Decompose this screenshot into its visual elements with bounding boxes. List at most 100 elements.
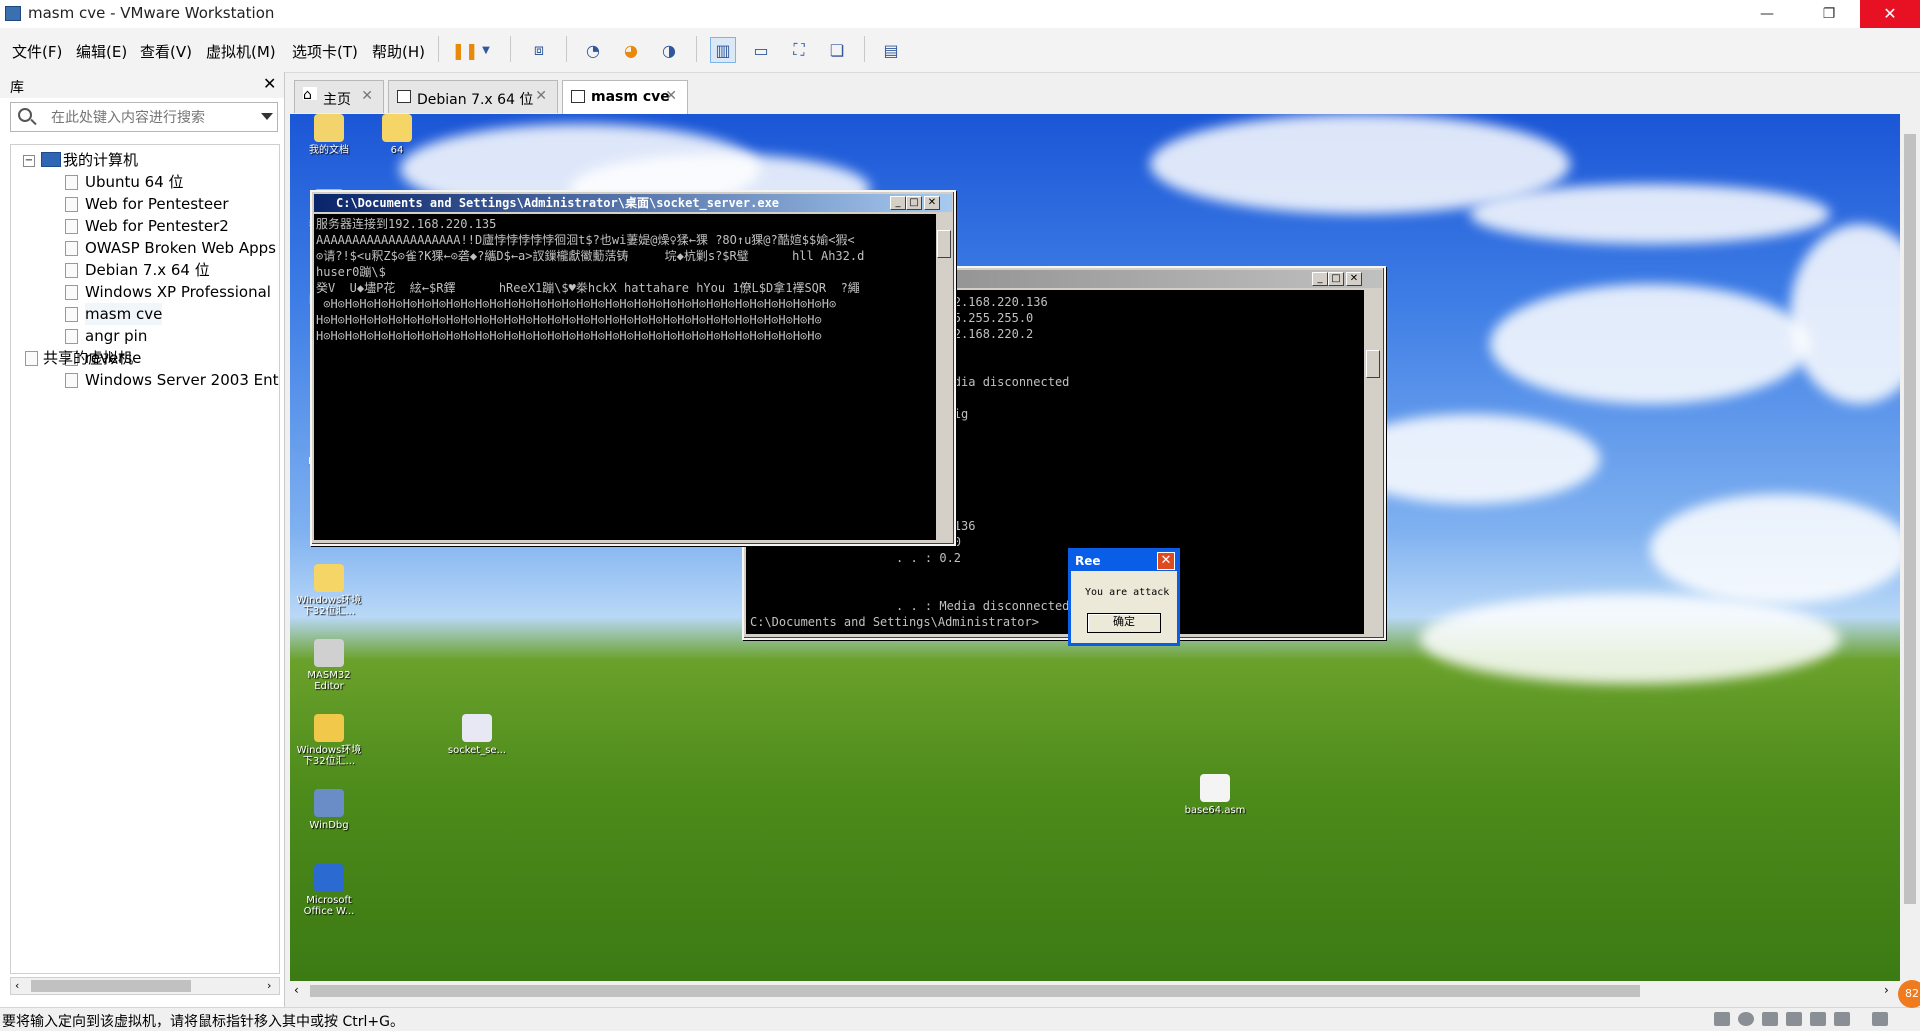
console-line: H⊙H⊙H⊙H⊙H⊙H⊙H⊙H⊙H⊙H⊙H⊙H⊙H⊙H⊙H⊙H⊙H⊙H⊙H⊙H⊙… — [316, 313, 822, 327]
tree-vm-item[interactable]: masm cve — [65, 303, 163, 325]
usb-icon[interactable] — [1786, 1012, 1802, 1026]
revert-icon: ◕ — [624, 40, 638, 60]
console-line: ⊙请?!$<u釈Z$⊙雀?K猓←⊙砻◆?纗D$←a>訍鏁櫳獻鰴蘍萿铸 垸◆杭剿s… — [316, 249, 865, 263]
pause-button[interactable]: ❚❚ — [451, 37, 479, 63]
tree-vm-item[interactable]: Ubuntu 64 位 — [65, 171, 184, 193]
console-line: 癸V U◆壗P花 絃←$R鐸 hReeX1蹦\$♥桊hckX hattahare… — [316, 281, 860, 295]
menu-vm[interactable]: 虚拟机(M) — [206, 41, 276, 62]
minimize-button[interactable]: _ — [890, 196, 906, 210]
display-icon[interactable] — [1872, 1012, 1888, 1026]
tab-debian[interactable]: Debian 7.x 64 位 ✕ — [388, 80, 558, 113]
desktop-icon[interactable]: Microsoft Office W... — [294, 864, 364, 917]
console-scrollbar[interactable] — [936, 214, 951, 540]
power-dropdown-button[interactable]: ▼ — [478, 37, 494, 63]
fullscreen-button[interactable]: ⛶ — [786, 37, 812, 63]
minimize-button[interactable]: — — [1744, 0, 1790, 28]
console-line: . . : 0.2 — [896, 551, 962, 565]
tree-root-my-computer[interactable]: − 我的计算机 — [23, 149, 138, 171]
close-icon[interactable]: ✕ — [1157, 552, 1175, 570]
tree-vm-item[interactable]: Windows XP Professional — [65, 281, 271, 303]
snapshot-button[interactable]: ◔ — [580, 37, 606, 63]
close-tab-icon[interactable]: ✕ — [361, 88, 373, 104]
desktop-icon[interactable]: 我的文档 — [294, 114, 364, 156]
tree-vm-item[interactable]: Windows Server 2003 Ente — [65, 369, 280, 391]
desktop-icon[interactable]: Windows环境下32位汇... — [294, 714, 364, 767]
vm-tree: − 我的计算机 Ubuntu 64 位 Web for Pentesteer Web… — [10, 144, 280, 974]
hard-disk-icon[interactable] — [1714, 1012, 1730, 1026]
tree-shared-vms[interactable]: 共享的虚拟机 — [25, 347, 133, 369]
library-pane: 库 ✕ − 我的计算机 Ubuntu 64 位 Web for Pentestee… — [0, 72, 285, 1007]
menu-tabs[interactable]: 选项卡(T) — [292, 41, 358, 62]
minimize-button[interactable]: _ — [1312, 272, 1328, 286]
desktop-icon[interactable]: WinDbg — [294, 789, 364, 831]
tree-vm-item[interactable]: OWASP Broken Web Apps — [65, 237, 276, 259]
show-library-button[interactable]: ▥ — [710, 37, 736, 63]
vmware-app-icon — [5, 6, 21, 21]
ok-button[interactable]: 确定 — [1087, 613, 1161, 633]
tree-vm-label: Windows Server 2003 Ente — [85, 371, 280, 389]
tab-home[interactable]: ⌂ 主页 ✕ — [294, 80, 384, 113]
library-search[interactable] — [10, 102, 278, 132]
tree-vm-item[interactable]: Debian 7.x 64 位 — [65, 259, 210, 281]
maximize-button[interactable]: □ — [1328, 272, 1344, 286]
network-icon: ⧈ — [533, 40, 545, 59]
close-tab-icon[interactable]: ✕ — [535, 88, 547, 104]
menu-file[interactable]: 文件(F) — [12, 41, 62, 62]
desktop-icon[interactable]: base64.asm — [1180, 774, 1250, 816]
library-icon: ▥ — [715, 40, 731, 60]
search-input[interactable] — [49, 107, 263, 129]
unity-button[interactable]: ❏ — [824, 37, 850, 63]
notification-badge[interactable]: 82 — [1898, 980, 1920, 1008]
console-window-socket-server[interactable]: C:\Documents and Settings\Administrator\… — [310, 190, 956, 546]
cd-rom-icon[interactable] — [1738, 1012, 1754, 1026]
window-title: masm cve - VMware Workstation — [28, 4, 275, 22]
sound-icon[interactable] — [1834, 1012, 1850, 1026]
close-tab-icon[interactable]: ✕ — [665, 88, 677, 104]
maximize-button[interactable]: □ — [906, 196, 922, 210]
desktop-icon[interactable]: Windows环境下32位汇... — [294, 564, 364, 617]
menu-help[interactable]: 帮助(H) — [372, 41, 425, 62]
word-icon — [314, 864, 344, 892]
network-adapter-icon[interactable] — [1762, 1012, 1778, 1026]
console-scrollbar[interactable] — [1364, 290, 1380, 634]
message-box[interactable]: Ree ✕ You are attack 确定 — [1068, 548, 1180, 646]
desktop-icon[interactable]: socket_se... — [442, 714, 512, 756]
vertical-scrollbar[interactable] — [1900, 114, 1920, 981]
send-ctrl-alt-del-button[interactable]: ⧈ — [526, 37, 552, 63]
pause-icon: ❚❚ — [451, 40, 479, 60]
printer-icon[interactable] — [1810, 1012, 1826, 1026]
menu-edit[interactable]: 编辑(E) — [76, 41, 127, 62]
tab-label: masm cve — [591, 89, 670, 105]
tree-vm-item[interactable]: Web for Pentester2 — [65, 215, 229, 237]
library-horizontal-scrollbar[interactable]: ‹ › — [10, 977, 280, 995]
menu-toolbar: 文件(F) 编辑(E) 查看(V) 虚拟机(M) 选项卡(T) 帮助(H) ❚❚… — [0, 28, 1920, 73]
console-line: ⊙H⊙H⊙H⊙H⊙H⊙H⊙H⊙H⊙H⊙H⊙H⊙H⊙H⊙H⊙H⊙H⊙H⊙H⊙H⊙H… — [316, 297, 837, 311]
horizontal-scrollbar[interactable]: ‹ › — [290, 981, 1900, 1001]
console-view-button[interactable]: ▤ — [878, 37, 904, 63]
close-button[interactable]: ✕ — [1346, 272, 1362, 286]
close-library-icon[interactable]: ✕ — [263, 74, 276, 93]
desktop-icon[interactable]: MASM32 Editor — [294, 639, 364, 692]
thumbnail-bar-button[interactable]: ▭ — [748, 37, 774, 63]
tree-vm-label: Web for Pentesteer — [85, 195, 229, 213]
close-button[interactable]: ✕ — [1860, 0, 1920, 28]
snapshot-manager-button[interactable]: ◑ — [656, 37, 682, 63]
close-button[interactable]: ✕ — [924, 196, 940, 210]
tree-vm-item[interactable]: Web for Pentesteer — [65, 193, 229, 215]
console-prompt: C:\Documents and Settings\Administrator> — [750, 615, 1039, 629]
chevron-down-icon: ▼ — [482, 44, 490, 56]
restore-button[interactable]: ❐ — [1806, 0, 1852, 28]
collapse-icon[interactable]: − — [23, 155, 35, 167]
desktop-icon[interactable]: 64 — [362, 114, 432, 156]
tab-masm-cve[interactable]: masm cve ✕ — [562, 80, 688, 115]
revert-snapshot-button[interactable]: ◕ — [618, 37, 644, 63]
vm-icon — [65, 307, 78, 322]
home-icon: ⌂ — [303, 87, 317, 103]
console-line: 服务器连接到192.168.220.135 — [316, 217, 497, 231]
tree-vm-item[interactable]: angr pin — [65, 325, 147, 347]
menu-view[interactable]: 查看(V) — [140, 41, 192, 62]
console-view-icon: ▤ — [883, 40, 899, 60]
chevron-down-icon[interactable] — [261, 113, 273, 120]
snapshot-manager-icon: ◑ — [662, 40, 676, 60]
